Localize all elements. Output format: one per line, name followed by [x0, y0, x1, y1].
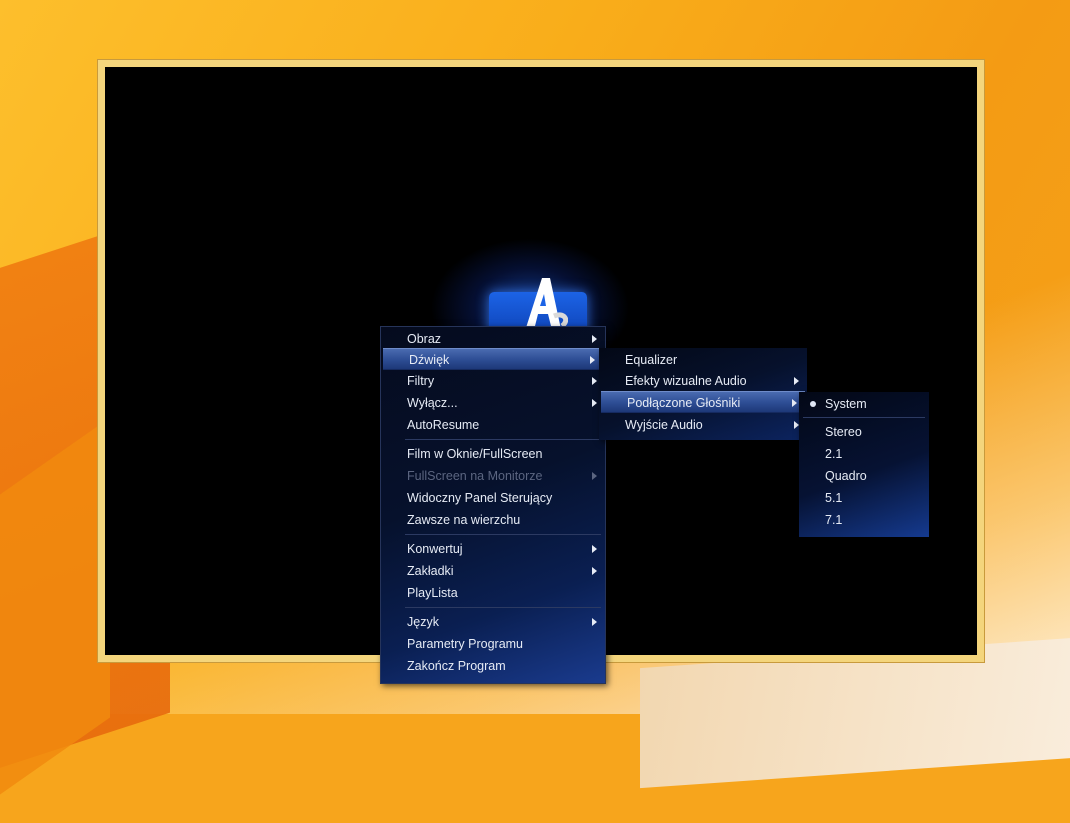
menu-item-label: System: [825, 397, 867, 411]
menu-item-zakladki[interactable]: Zakładki: [381, 560, 605, 582]
menu-item-label: Filtry: [407, 374, 435, 388]
context-menu: Obraz Dźwięk Filtry Wyłącz... AutoResume…: [380, 326, 606, 684]
menu-item-5-1[interactable]: 5.1: [799, 487, 929, 509]
chevron-right-icon: [590, 356, 595, 364]
chevron-right-icon: [592, 545, 597, 553]
speakers-submenu: System Stereo 2.1 Quadro 5.1 7.1: [799, 392, 929, 537]
menu-item-label: Wyjście Audio: [625, 418, 703, 432]
menu-item-label: Equalizer: [625, 353, 678, 367]
chevron-right-icon: [592, 399, 597, 407]
sound-submenu: Equalizer Efekty wizualne Audio Podłączo…: [599, 348, 807, 440]
menu-item-label: Język: [407, 615, 439, 629]
menu-separator: [405, 534, 601, 535]
chevron-right-icon: [794, 377, 799, 385]
menu-item-label: Obraz: [407, 332, 442, 346]
menu-separator: [405, 439, 601, 440]
menu-item-label: 7.1: [825, 513, 843, 527]
menu-item-label: FullScreen na Monitorze: [407, 469, 543, 483]
menu-item-system[interactable]: System: [799, 393, 929, 415]
menu-item-jezyk[interactable]: Język: [381, 611, 605, 633]
menu-item-filtry[interactable]: Filtry: [381, 370, 605, 392]
menu-item-label: Zawsze na wierzchu: [407, 513, 521, 527]
menu-item-efekty-wizualne[interactable]: Efekty wizualne Audio: [599, 370, 807, 392]
menu-item-fullscreen-na-monitorze: FullScreen na Monitorze: [381, 465, 605, 487]
menu-item-playlista[interactable]: PlayLista: [381, 582, 605, 604]
menu-item-label: Wyłącz...: [407, 396, 458, 410]
menu-item-zawsze-na-wierzchu[interactable]: Zawsze na wierzchu: [381, 509, 605, 531]
radio-dot-icon: [810, 401, 816, 407]
menu-item-parametry-programu[interactable]: Parametry Programu: [381, 633, 605, 655]
menu-item-stereo[interactable]: Stereo: [799, 421, 929, 443]
menu-item-label: Film w Oknie/FullScreen: [407, 447, 543, 461]
menu-item-label: PlayLista: [407, 586, 458, 600]
menu-item-widoczny-panel[interactable]: Widoczny Panel Sterujący: [381, 487, 605, 509]
menu-item-2-1[interactable]: 2.1: [799, 443, 929, 465]
menu-item-dzwiek[interactable]: Dźwięk: [383, 348, 603, 370]
menu-item-equalizer[interactable]: Equalizer: [599, 349, 807, 371]
chevron-right-icon: [592, 377, 597, 385]
chevron-right-icon: [592, 567, 597, 575]
menu-item-label: AutoResume: [407, 418, 480, 432]
menu-item-label: Quadro: [825, 469, 867, 483]
chevron-right-icon: [592, 618, 597, 626]
menu-item-wyjscie-audio[interactable]: Wyjście Audio: [599, 414, 807, 436]
menu-item-obraz[interactable]: Obraz: [381, 328, 605, 350]
menu-item-podlaczone-glosniki[interactable]: Podłączone Głośniki: [601, 391, 805, 413]
menu-item-label: Widoczny Panel Sterujący: [407, 491, 553, 505]
menu-item-label: Zakładki: [407, 564, 454, 578]
menu-separator: [803, 417, 925, 418]
chevron-right-icon: [592, 472, 597, 480]
menu-item-konwertuj[interactable]: Konwertuj: [381, 538, 605, 560]
menu-item-label: Efekty wizualne Audio: [625, 374, 747, 388]
menu-item-label: Dźwięk: [409, 353, 450, 367]
menu-separator: [405, 607, 601, 608]
menu-item-label: Konwertuj: [407, 542, 463, 556]
menu-item-film-w-oknie[interactable]: Film w Oknie/FullScreen: [381, 443, 605, 465]
menu-item-label: Stereo: [825, 425, 862, 439]
menu-item-label: 2.1: [825, 447, 843, 461]
menu-item-7-1[interactable]: 7.1: [799, 509, 929, 531]
menu-item-quadro[interactable]: Quadro: [799, 465, 929, 487]
menu-item-label: Parametry Programu: [407, 637, 524, 651]
menu-item-label: 5.1: [825, 491, 843, 505]
menu-item-wylacz[interactable]: Wyłącz...: [381, 392, 605, 414]
chevron-right-icon: [792, 399, 797, 407]
menu-item-label: Podłączone Głośniki: [627, 396, 741, 410]
menu-item-autoresume[interactable]: AutoResume: [381, 414, 605, 436]
menu-item-label: Zakończ Program: [407, 659, 506, 673]
menu-item-zakoncz-program[interactable]: Zakończ Program: [381, 655, 605, 677]
chevron-right-icon: [592, 335, 597, 343]
